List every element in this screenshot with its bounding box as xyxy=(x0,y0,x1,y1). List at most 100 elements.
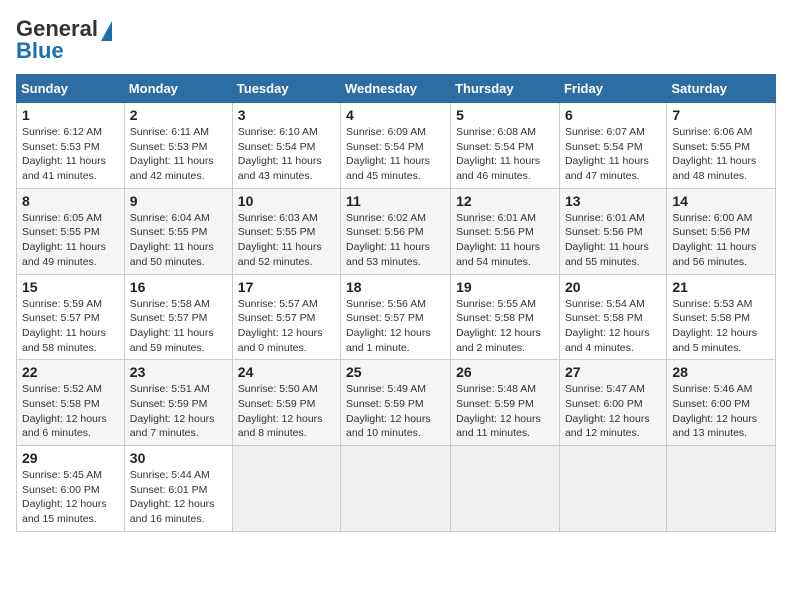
day-info: Sunrise: 5:47 AMSunset: 6:00 PMDaylight:… xyxy=(565,382,661,441)
calendar-cell: 9 Sunrise: 6:04 AMSunset: 5:55 PMDaylight… xyxy=(124,188,232,274)
logo: General Blue xyxy=(16,16,112,64)
day-info: Sunrise: 5:46 AMSunset: 6:00 PMDaylight:… xyxy=(672,382,770,441)
day-number: 12 xyxy=(456,193,554,209)
calendar-week-5: 29 Sunrise: 5:45 AMSunset: 6:00 PMDayligh… xyxy=(17,446,776,532)
calendar-cell xyxy=(341,446,451,532)
day-number: 24 xyxy=(238,364,335,380)
day-info: Sunrise: 6:00 AMSunset: 5:56 PMDaylight:… xyxy=(672,211,770,270)
day-number: 21 xyxy=(672,279,770,295)
calendar-cell: 4 Sunrise: 6:09 AMSunset: 5:54 PMDaylight… xyxy=(341,103,451,189)
header-tuesday: Tuesday xyxy=(232,75,340,103)
logo-text-blue: Blue xyxy=(16,38,64,64)
day-number: 18 xyxy=(346,279,445,295)
calendar-cell: 28 Sunrise: 5:46 AMSunset: 6:00 PMDayligh… xyxy=(667,360,776,446)
calendar-cell: 18 Sunrise: 5:56 AMSunset: 5:57 PMDayligh… xyxy=(341,274,451,360)
day-number: 13 xyxy=(565,193,661,209)
day-info: Sunrise: 5:51 AMSunset: 5:59 PMDaylight:… xyxy=(130,382,227,441)
day-number: 20 xyxy=(565,279,661,295)
day-info: Sunrise: 5:55 AMSunset: 5:58 PMDaylight:… xyxy=(456,297,554,356)
day-number: 19 xyxy=(456,279,554,295)
day-number: 16 xyxy=(130,279,227,295)
day-number: 29 xyxy=(22,450,119,466)
calendar-cell: 3 Sunrise: 6:10 AMSunset: 5:54 PMDaylight… xyxy=(232,103,340,189)
calendar-cell: 2 Sunrise: 6:11 AMSunset: 5:53 PMDaylight… xyxy=(124,103,232,189)
day-info: Sunrise: 5:58 AMSunset: 5:57 PMDaylight:… xyxy=(130,297,227,356)
calendar-cell: 21 Sunrise: 5:53 AMSunset: 5:58 PMDayligh… xyxy=(667,274,776,360)
calendar-cell: 11Sunrise: 6:02 AMSunset: 5:56 PMDayligh… xyxy=(341,188,451,274)
day-number: 10 xyxy=(238,193,335,209)
calendar-cell: 8 Sunrise: 6:05 AMSunset: 5:55 PMDaylight… xyxy=(17,188,125,274)
day-info: Sunrise: 6:05 AMSunset: 5:55 PMDaylight:… xyxy=(22,211,119,270)
calendar-cell: 5 Sunrise: 6:08 AMSunset: 5:54 PMDaylight… xyxy=(451,103,560,189)
day-info: Sunrise: 6:08 AMSunset: 5:54 PMDaylight:… xyxy=(456,125,554,184)
day-info: Sunrise: 5:45 AMSunset: 6:00 PMDaylight:… xyxy=(22,468,119,527)
day-info: Sunrise: 5:52 AMSunset: 5:58 PMDaylight:… xyxy=(22,382,119,441)
header-thursday: Thursday xyxy=(451,75,560,103)
calendar-cell xyxy=(667,446,776,532)
calendar-cell: 20 Sunrise: 5:54 AMSunset: 5:58 PMDayligh… xyxy=(559,274,666,360)
calendar-cell: 12 Sunrise: 6:01 AMSunset: 5:56 PMDayligh… xyxy=(451,188,560,274)
day-number: 28 xyxy=(672,364,770,380)
calendar-cell: 30 Sunrise: 5:44 AMSunset: 6:01 PMDayligh… xyxy=(124,446,232,532)
day-info: Sunrise: 5:54 AMSunset: 5:58 PMDaylight:… xyxy=(565,297,661,356)
header-wednesday: Wednesday xyxy=(341,75,451,103)
calendar-cell xyxy=(232,446,340,532)
day-info: Sunrise: 6:04 AMSunset: 5:55 PMDaylight:… xyxy=(130,211,227,270)
calendar-cell: 27 Sunrise: 5:47 AMSunset: 6:00 PMDayligh… xyxy=(559,360,666,446)
day-number: 8 xyxy=(22,193,119,209)
calendar-week-3: 15 Sunrise: 5:59 AMSunset: 5:57 PMDayligh… xyxy=(17,274,776,360)
day-number: 23 xyxy=(130,364,227,380)
day-number: 3 xyxy=(238,107,335,123)
calendar-cell: 25Sunrise: 5:49 AMSunset: 5:59 PMDayligh… xyxy=(341,360,451,446)
calendar-cell: 7 Sunrise: 6:06 AMSunset: 5:55 PMDaylight… xyxy=(667,103,776,189)
calendar-cell: 16 Sunrise: 5:58 AMSunset: 5:57 PMDayligh… xyxy=(124,274,232,360)
page-header: General Blue xyxy=(16,16,776,64)
day-number: 4 xyxy=(346,107,445,123)
day-info: Sunrise: 6:01 AMSunset: 5:56 PMDaylight:… xyxy=(456,211,554,270)
day-info: Sunrise: 6:10 AMSunset: 5:54 PMDaylight:… xyxy=(238,125,335,184)
day-number: 14 xyxy=(672,193,770,209)
header-friday: Friday xyxy=(559,75,666,103)
day-number: 5 xyxy=(456,107,554,123)
day-info: Sunrise: 5:56 AMSunset: 5:57 PMDaylight:… xyxy=(346,297,445,356)
calendar-table: SundayMondayTuesdayWednesdayThursdayFrid… xyxy=(16,74,776,532)
day-number: 27 xyxy=(565,364,661,380)
calendar-header-row: SundayMondayTuesdayWednesdayThursdayFrid… xyxy=(17,75,776,103)
day-number: 26 xyxy=(456,364,554,380)
day-info: Sunrise: 6:06 AMSunset: 5:55 PMDaylight:… xyxy=(672,125,770,184)
day-info: Sunrise: 6:03 AMSunset: 5:55 PMDaylight:… xyxy=(238,211,335,270)
calendar-cell: 1Sunrise: 6:12 AMSunset: 5:53 PMDaylight… xyxy=(17,103,125,189)
calendar-cell: 24 Sunrise: 5:50 AMSunset: 5:59 PMDayligh… xyxy=(232,360,340,446)
calendar-week-2: 8 Sunrise: 6:05 AMSunset: 5:55 PMDaylight… xyxy=(17,188,776,274)
calendar-cell: 15 Sunrise: 5:59 AMSunset: 5:57 PMDayligh… xyxy=(17,274,125,360)
calendar-cell: 6Sunrise: 6:07 AMSunset: 5:54 PMDaylight… xyxy=(559,103,666,189)
day-number: 7 xyxy=(672,107,770,123)
calendar-week-1: 1Sunrise: 6:12 AMSunset: 5:53 PMDaylight… xyxy=(17,103,776,189)
day-number: 30 xyxy=(130,450,227,466)
day-info: Sunrise: 6:11 AMSunset: 5:53 PMDaylight:… xyxy=(130,125,227,184)
day-info: Sunrise: 6:01 AMSunset: 5:56 PMDaylight:… xyxy=(565,211,661,270)
header-sunday: Sunday xyxy=(17,75,125,103)
day-info: Sunrise: 5:50 AMSunset: 5:59 PMDaylight:… xyxy=(238,382,335,441)
day-info: Sunrise: 5:48 AMSunset: 5:59 PMDaylight:… xyxy=(456,382,554,441)
day-number: 2 xyxy=(130,107,227,123)
day-info: Sunrise: 5:53 AMSunset: 5:58 PMDaylight:… xyxy=(672,297,770,356)
day-info: Sunrise: 5:59 AMSunset: 5:57 PMDaylight:… xyxy=(22,297,119,356)
day-number: 22 xyxy=(22,364,119,380)
calendar-week-4: 22 Sunrise: 5:52 AMSunset: 5:58 PMDayligh… xyxy=(17,360,776,446)
header-monday: Monday xyxy=(124,75,232,103)
calendar-cell: 17Sunrise: 5:57 AMSunset: 5:57 PMDayligh… xyxy=(232,274,340,360)
day-info: Sunrise: 5:49 AMSunset: 5:59 PMDaylight:… xyxy=(346,382,445,441)
calendar-cell xyxy=(451,446,560,532)
day-info: Sunrise: 5:44 AMSunset: 6:01 PMDaylight:… xyxy=(130,468,227,527)
calendar-cell: 22 Sunrise: 5:52 AMSunset: 5:58 PMDayligh… xyxy=(17,360,125,446)
day-info: Sunrise: 6:07 AMSunset: 5:54 PMDaylight:… xyxy=(565,125,661,184)
header-saturday: Saturday xyxy=(667,75,776,103)
calendar-cell: 23 Sunrise: 5:51 AMSunset: 5:59 PMDayligh… xyxy=(124,360,232,446)
calendar-cell: 19 Sunrise: 5:55 AMSunset: 5:58 PMDayligh… xyxy=(451,274,560,360)
logo-triangle-icon xyxy=(101,21,112,41)
day-number: 15 xyxy=(22,279,119,295)
day-number: 1 xyxy=(22,107,119,123)
day-info: Sunrise: 6:09 AMSunset: 5:54 PMDaylight:… xyxy=(346,125,445,184)
day-number: 9 xyxy=(130,193,227,209)
